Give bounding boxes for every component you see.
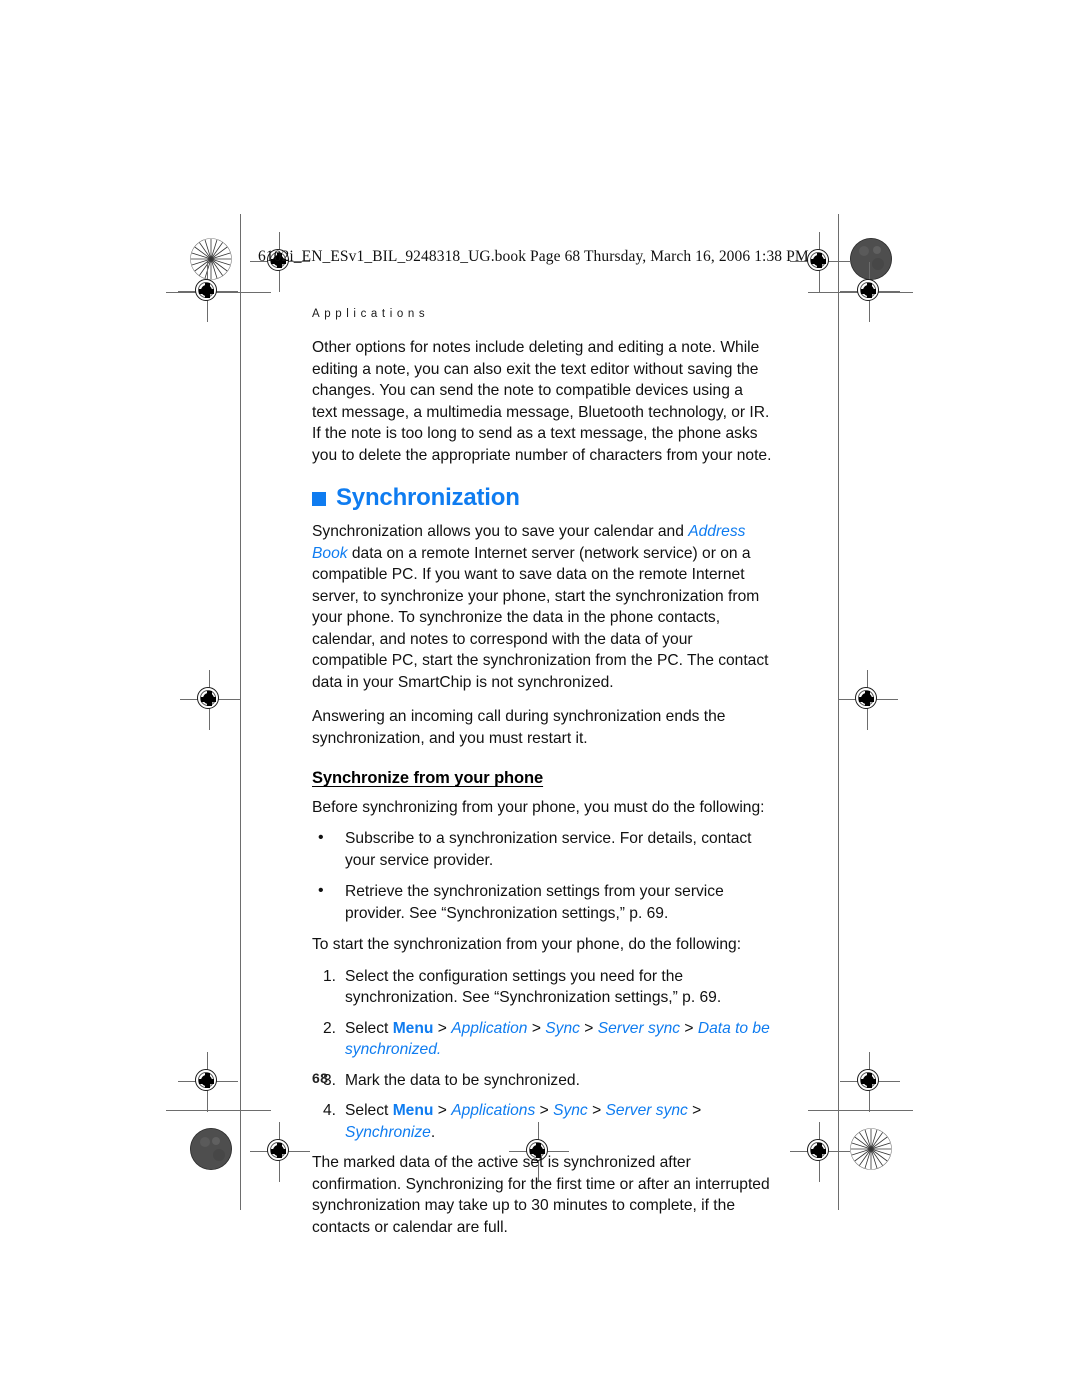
path-separator: > <box>687 1102 702 1119</box>
section-heading-label: Synchronization <box>336 484 520 511</box>
menu-keyword: Menu <box>392 1019 434 1037</box>
trim-line-bottom-left-horizontal <box>166 1110 271 1111</box>
section-heading-synchronization: Synchronization <box>312 484 772 512</box>
menu-keyword: Menu <box>392 1102 434 1119</box>
crosshair-mark-right-middle <box>838 670 898 730</box>
step-prefix: Select <box>345 1102 393 1119</box>
bullet-text: Retrieve the synchronization settings fr… <box>345 883 724 922</box>
path-separator: > <box>433 1102 452 1119</box>
rosette-registration-target-bottom-right <box>850 1128 892 1170</box>
square-bullet-icon <box>312 492 326 506</box>
step-number: 4. <box>322 1102 336 1119</box>
synchronization-steps-list: 1. Select the configuration settings you… <box>312 966 772 1144</box>
running-header-chapter: Applications <box>312 308 430 320</box>
trim-line-bottom-right-horizontal <box>808 1110 913 1111</box>
step-suffix: . <box>430 1123 436 1141</box>
menu-path-item: Server sync <box>597 1019 681 1037</box>
synchronization-description-paragraph: Synchronization allows you to save your … <box>312 521 772 693</box>
before-sync-lead-in: Before synchronizing from your phone, yo… <box>312 798 765 816</box>
list-item: Retrieve the synchronization settings fr… <box>312 880 772 924</box>
crosshair-mark-left-middle <box>180 670 240 730</box>
path-separator: > <box>433 1019 452 1037</box>
crosshair-mark-bottom-right-outer <box>840 1052 900 1112</box>
list-item: Subscribe to a synchronization service. … <box>312 827 772 871</box>
menu-path-item: Sync <box>553 1102 588 1119</box>
step-number: 2. <box>322 1019 336 1037</box>
list-item-step-4: 4. Select Menu > Applications > Sync > S… <box>312 1100 772 1143</box>
density-patch-top-right <box>850 238 892 280</box>
page-body: Other options for notes include deleting… <box>312 337 772 1251</box>
trim-line-top-left-horizontal <box>166 292 271 293</box>
closing-paragraph: The marked data of the active set is syn… <box>312 1154 770 1236</box>
step-prefix: Select <box>345 1019 393 1037</box>
sync-desc-part-2: data on a remote Internet server (networ… <box>312 544 769 691</box>
trim-line-top-right-horizontal <box>808 292 913 293</box>
list-item-step-3: 3. Mark the data to be synchronized. <box>312 1070 772 1092</box>
trim-line-left-vertical <box>240 214 241 1210</box>
density-patch-bottom-left <box>190 1128 232 1170</box>
trim-line-right-vertical <box>838 214 839 1210</box>
page-number: 68 <box>312 1070 329 1086</box>
start-sync-lead-in: To start the synchronization from your p… <box>312 936 742 953</box>
menu-path-item: Synchronize <box>345 1123 431 1141</box>
menu-path-item: Server sync <box>605 1102 688 1119</box>
subsection-heading-synchronize-from-phone: Synchronize from your phone <box>312 769 544 787</box>
sync-desc-part-1: Synchronization allows you to save your … <box>312 523 689 540</box>
crosshair-mark-bottom-left-inner <box>250 1122 310 1182</box>
crosshair-mark-bottom-right-inner <box>790 1122 850 1182</box>
step-suffix: . <box>436 1041 442 1058</box>
list-item-step-2: 2. Select Menu > Application > Sync > Se… <box>312 1018 772 1061</box>
path-separator: > <box>587 1102 606 1119</box>
path-separator: > <box>680 1019 698 1037</box>
incoming-call-note-paragraph: Answering an incoming call during synchr… <box>312 708 726 747</box>
menu-path-item: Application <box>451 1019 528 1037</box>
path-separator: > <box>579 1019 598 1037</box>
book-file-header-line: 6102i_EN_ESv1_BIL_9248318_UG.book Page 6… <box>258 248 809 265</box>
step-number: 1. <box>322 967 336 985</box>
list-item-step-1: 1. Select the configuration settings you… <box>312 966 772 1009</box>
bullet-text: Subscribe to a synchronization service. … <box>345 830 752 869</box>
step-text: Mark the data to be synchronized. <box>345 1071 580 1089</box>
crosshair-mark-bottom-left-outer <box>178 1052 238 1112</box>
path-separator: > <box>535 1102 554 1119</box>
step-text: Select the configuration settings you ne… <box>345 967 722 1007</box>
path-separator: > <box>527 1019 546 1037</box>
menu-path-item: Sync <box>545 1019 580 1037</box>
menu-path-item: Applications <box>451 1102 536 1119</box>
prerequisites-bullet-list: Subscribe to a synchronization service. … <box>312 827 772 924</box>
intro-paragraph: Other options for notes include deleting… <box>312 339 772 464</box>
rosette-registration-target-top-left <box>190 238 232 280</box>
